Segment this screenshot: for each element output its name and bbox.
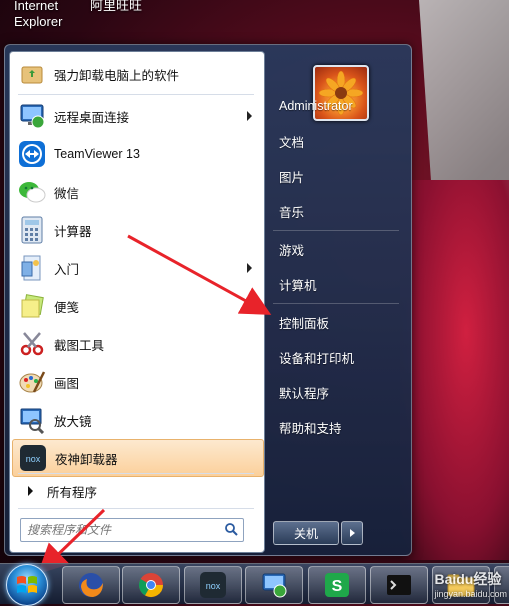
- program-label: TeamViewer 13: [54, 147, 140, 161]
- svg-text:S: S: [332, 578, 343, 595]
- taskbar: nox S: [0, 563, 509, 606]
- magnifier-icon: [16, 404, 48, 436]
- program-item-magnifier[interactable]: 放大镜: [12, 402, 262, 438]
- right-item-devices-printers[interactable]: 设备和打印机: [273, 342, 405, 372]
- program-label: 放大镜: [54, 414, 92, 429]
- program-item-sticky-notes[interactable]: 便笺: [12, 288, 262, 324]
- taskbar-terminal[interactable]: [370, 566, 428, 604]
- svg-text:nox: nox: [206, 581, 221, 591]
- all-programs-button[interactable]: 所有程序: [12, 477, 262, 505]
- right-item-games[interactable]: 游戏: [273, 234, 405, 264]
- search-box[interactable]: [20, 518, 244, 542]
- program-label: 微信: [54, 186, 80, 201]
- divider: [273, 303, 399, 304]
- program-label: 入门: [54, 262, 80, 277]
- shutdown-label: 关机: [293, 526, 318, 541]
- program-item-calculator[interactable]: 计算器: [12, 212, 262, 248]
- programs-panel: 强力卸载电脑上的软件 远程桌面连接 TeamViewer 13 微信 计算器 入…: [9, 51, 265, 553]
- program-item-uninstaller[interactable]: 强力卸载电脑上的软件: [12, 56, 262, 92]
- right-item-default-programs[interactable]: 默认程序: [273, 377, 405, 407]
- program-item-wechat[interactable]: 微信: [12, 174, 262, 210]
- start-menu: 强力卸载电脑上的软件 远程桌面连接 TeamViewer 13 微信 计算器 入…: [4, 44, 412, 556]
- taskbar-nox[interactable]: nox: [184, 566, 242, 604]
- right-item-computer[interactable]: 计算机: [273, 269, 405, 299]
- nox-icon: nox: [200, 572, 226, 598]
- shutdown-options-button[interactable]: [341, 521, 363, 545]
- swyx-icon: S: [325, 573, 349, 597]
- expand-arrow-icon: [28, 486, 33, 496]
- baidu-watermark: Baidu经验 jingyan.baidu.com: [434, 571, 507, 599]
- search-icon[interactable]: [224, 522, 238, 541]
- program-label: 强力卸载电脑上的软件: [54, 68, 180, 83]
- user-name: Administrator: [279, 99, 353, 113]
- submenu-arrow-icon: [247, 263, 252, 273]
- wallpaper-glow: [400, 180, 509, 560]
- divider: [18, 473, 254, 474]
- submenu-arrow-icon: [247, 111, 252, 121]
- firefox-icon: [79, 573, 103, 597]
- program-label: 截图工具: [54, 338, 105, 353]
- program-item-paint[interactable]: 画图: [12, 364, 262, 400]
- all-programs-label: 所有程序: [47, 485, 98, 500]
- desktop-icon-aliwangwang[interactable]: 阿里旺旺: [90, 0, 142, 14]
- calculator-icon: [16, 214, 48, 246]
- program-label: 便笺: [54, 300, 80, 315]
- taskbar-firefox[interactable]: [62, 566, 120, 604]
- paint-icon: [16, 366, 48, 398]
- shutdown-button[interactable]: 关机: [273, 521, 339, 545]
- snipping-tool-icon: [16, 328, 48, 360]
- program-item-snipping-tool[interactable]: 截图工具: [12, 326, 262, 362]
- divider: [18, 94, 254, 95]
- remote-desktop-icon: [262, 573, 287, 598]
- chrome-icon: [138, 573, 163, 598]
- nox-icon: nox: [17, 442, 49, 474]
- right-item-help-support[interactable]: 帮助和支持: [273, 412, 405, 442]
- right-item-user[interactable]: Administrator: [273, 91, 405, 121]
- taskbar-remote-desktop[interactable]: [245, 566, 303, 604]
- teamviewer-icon: [16, 138, 48, 170]
- svg-text:nox: nox: [26, 454, 41, 464]
- program-item-remote-desktop[interactable]: 远程桌面连接: [12, 98, 262, 134]
- program-label: 夜神卸载器: [55, 452, 118, 467]
- desktop-icons: Internet Explorer 阿里旺旺: [0, 0, 509, 40]
- desktop-icon-internet-explorer[interactable]: Internet Explorer: [14, 0, 62, 30]
- windows-logo-icon: [17, 576, 37, 593]
- divider: [18, 508, 254, 509]
- wechat-icon: [16, 176, 48, 208]
- program-label: 远程桌面连接: [54, 110, 130, 125]
- right-item-pictures[interactable]: 图片: [273, 161, 405, 191]
- start-button[interactable]: [6, 564, 48, 606]
- program-item-getting-started[interactable]: 入门: [12, 250, 262, 286]
- right-item-documents[interactable]: 文档: [273, 126, 405, 156]
- uninstall-box-icon: [16, 58, 48, 90]
- right-item-control-panel[interactable]: 控制面板: [273, 307, 405, 337]
- right-item-music[interactable]: 音乐: [273, 196, 405, 226]
- chevron-right-icon: [349, 529, 355, 537]
- terminal-icon: [387, 575, 411, 595]
- getting-started-icon: [16, 252, 48, 284]
- search-input[interactable]: [25, 522, 219, 538]
- program-label: 画图: [54, 376, 80, 391]
- taskbar-chrome[interactable]: [122, 566, 180, 604]
- program-item-nox-uninstaller[interactable]: nox 夜神卸载器: [12, 439, 264, 477]
- program-item-teamviewer[interactable]: TeamViewer 13: [12, 136, 262, 172]
- divider: [273, 230, 399, 231]
- program-label: 计算器: [54, 224, 92, 239]
- remote-desktop-icon: [16, 100, 48, 132]
- sticky-notes-icon: [16, 290, 48, 322]
- taskbar-swyx[interactable]: S: [308, 566, 366, 604]
